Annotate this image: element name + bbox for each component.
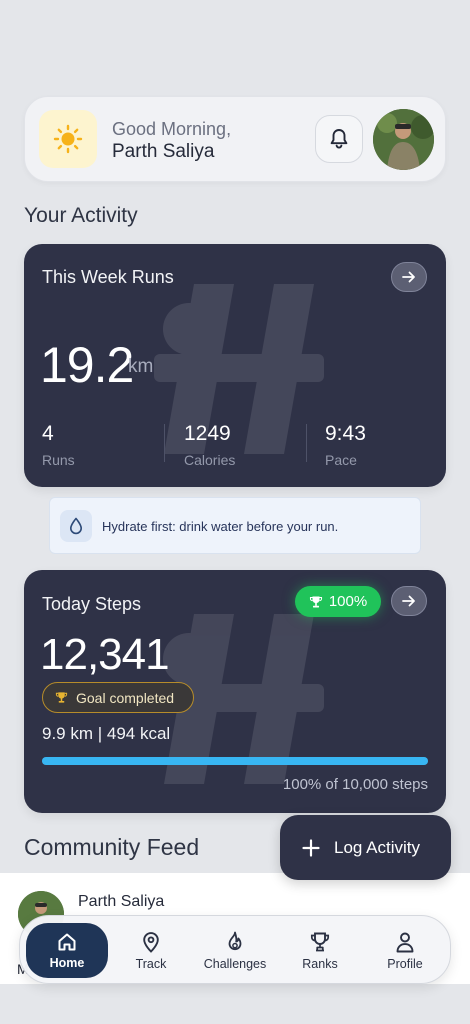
- tab-track[interactable]: Track: [110, 916, 192, 985]
- notifications-button[interactable]: [315, 115, 363, 163]
- tip-icon-box: [60, 510, 92, 542]
- water-drop-icon: [70, 517, 82, 535]
- week-distance-value: 19.2: [40, 337, 134, 393]
- bell-icon: [330, 129, 348, 149]
- steps-progress-text: 100% of 10,000 steps: [282, 776, 428, 793]
- steps-open-button[interactable]: [391, 586, 427, 616]
- week-runs-card[interactable]: This Week Runs 19.2 km 4 Runs 1249 Calor…: [24, 244, 446, 487]
- user-name: Parth Saliya: [112, 141, 215, 162]
- home-icon: [58, 933, 76, 950]
- tab-home[interactable]: Home: [26, 923, 108, 978]
- week-runs-open-button[interactable]: [391, 262, 427, 292]
- plus-icon: [302, 838, 320, 857]
- calories-value: 1249: [184, 422, 231, 445]
- steps-percent-badge: 100%: [295, 586, 381, 617]
- tab-home-label: Home: [49, 955, 85, 970]
- hydration-tip: Hydrate first: drink water before your r…: [49, 497, 421, 554]
- tab-challenges-label: Challenges: [203, 956, 267, 971]
- activity-section-title: Your Activity: [24, 204, 138, 227]
- arrow-right-icon: [402, 271, 415, 283]
- tab-profile[interactable]: Profile: [364, 916, 446, 985]
- trophy-icon: [55, 692, 68, 703]
- steps-distance-calories: 9.9 km | 494 kcal: [42, 724, 171, 743]
- week-runs-title: This Week Runs: [42, 267, 174, 287]
- community-section-title: Community Feed: [24, 834, 200, 860]
- feed-post-author[interactable]: Parth Saliya: [78, 893, 164, 911]
- trophy-icon: [309, 596, 322, 607]
- arrow-right-icon: [402, 595, 415, 607]
- goal-completed-badge: Goal completed: [42, 682, 194, 713]
- runs-count-value: 4: [42, 422, 54, 445]
- bottom-tab-bar: Home Track Challenges Ranks Profile: [19, 915, 451, 984]
- steps-count-value: 12,341: [40, 630, 170, 679]
- week-distance-unit: km: [128, 356, 154, 377]
- trophy-icon: [310, 932, 330, 951]
- today-steps-card[interactable]: Today Steps 100% 12,341 Goal completed 9…: [24, 570, 446, 813]
- tab-profile-label: Profile: [387, 956, 423, 971]
- log-activity-button[interactable]: Log Activity: [280, 815, 451, 880]
- sun-icon: [53, 124, 83, 154]
- avatar[interactable]: [373, 109, 434, 170]
- pace-label: Pace: [325, 452, 357, 468]
- log-activity-label: Log Activity: [334, 837, 420, 857]
- pace-value: 9:43: [325, 422, 366, 445]
- greeting-card: Good Morning, Parth Saliya: [24, 96, 446, 182]
- location-pin-icon: [143, 931, 159, 953]
- tab-challenges[interactable]: Challenges: [196, 916, 274, 985]
- runs-count-label: Runs: [42, 452, 75, 468]
- stat-divider: [164, 424, 165, 462]
- stat-divider: [306, 424, 307, 462]
- tab-track-label: Track: [135, 956, 167, 971]
- weather-badge: [39, 110, 97, 168]
- calories-label: Calories: [184, 452, 236, 468]
- goal-completed-label: Goal completed: [76, 689, 175, 706]
- flame-icon: [228, 931, 242, 950]
- steps-progress-bar: [42, 757, 428, 765]
- greeting-text: Good Morning,: [112, 119, 232, 139]
- person-icon: [396, 932, 414, 952]
- today-steps-title: Today Steps: [42, 594, 142, 614]
- tab-ranks[interactable]: Ranks: [280, 916, 360, 985]
- steps-progress-fill: [42, 757, 428, 765]
- tab-ranks-label: Ranks: [302, 956, 338, 971]
- tip-text: Hydrate first: drink water before your r…: [102, 519, 339, 534]
- steps-percent-value: 100%: [328, 593, 368, 610]
